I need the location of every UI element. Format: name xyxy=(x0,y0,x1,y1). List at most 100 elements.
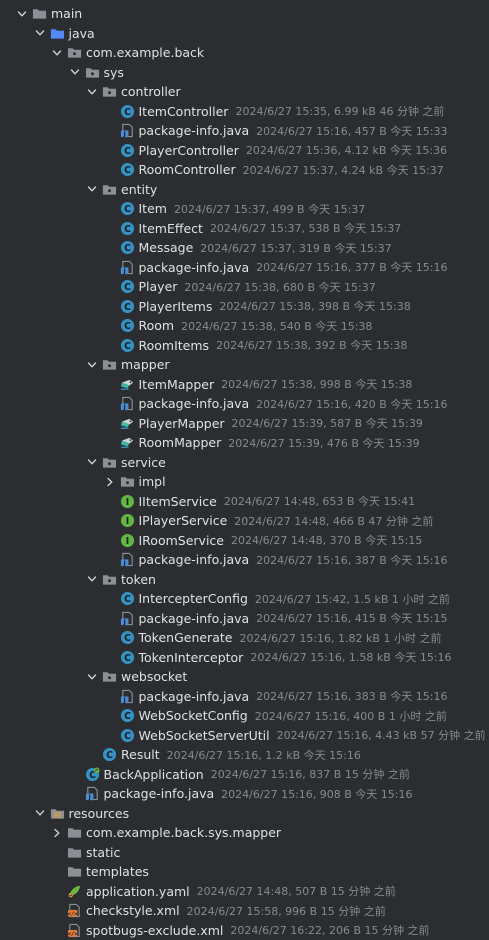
tree-item-name: com.example.back xyxy=(86,45,204,60)
tree-row[interactable]: CPlayerController2024/6/27 15:36, 4.12 k… xyxy=(0,141,489,161)
chevron-right-icon[interactable] xyxy=(51,827,63,839)
tree-row[interactable]: service xyxy=(0,453,489,473)
tree-row[interactable]: CPlayer2024/6/27 15:38, 680 B 今天 15:37 xyxy=(0,277,489,297)
tree-row[interactable]: Jpackage-info.java2024/6/27 15:16, 377 B… xyxy=(0,258,489,278)
tree-row[interactable]: CItem2024/6/27 15:37, 499 B 今天 15:37 xyxy=(0,199,489,219)
tree-row[interactable]: main xyxy=(0,4,489,24)
tree-row[interactable]: CRoomController2024/6/27 15:37, 4.24 kB … xyxy=(0,160,489,180)
chevron-right-icon[interactable] xyxy=(104,476,116,488)
tree-row[interactable]: CIntercepterConfig2024/6/27 15:42, 1.5 k… xyxy=(0,589,489,609)
chevron-down-icon[interactable] xyxy=(86,456,98,468)
mybatis-mapper-icon xyxy=(120,416,135,431)
package-icon xyxy=(102,182,117,197)
tree-row[interactable]: IIItemService2024/6/27 14:48, 653 B 今天 1… xyxy=(0,492,489,512)
tree-row[interactable]: impl xyxy=(0,472,489,492)
java-class-icon: C xyxy=(120,338,135,353)
tree-row[interactable]: application.yaml2024/6/27 14:48, 507 B 1… xyxy=(0,882,489,902)
tree-row[interactable]: Jpackage-info.java2024/6/27 15:16, 908 B… xyxy=(0,784,489,804)
java-class-icon: C xyxy=(120,728,135,743)
chevron-down-icon[interactable] xyxy=(16,8,28,20)
java-class-icon: C xyxy=(120,299,135,314)
tree-row[interactable]: websocket xyxy=(0,667,489,687)
tree-row[interactable]: Jpackage-info.java2024/6/27 15:16, 383 B… xyxy=(0,687,489,707)
tree-row[interactable]: RoomMapper2024/6/27 15:39, 476 B 今天 15:3… xyxy=(0,433,489,453)
tree-row[interactable]: </>spotbugs-exclude.xml2024/6/27 16:22, … xyxy=(0,921,489,940)
tree-row[interactable]: Jpackage-info.java2024/6/27 15:16, 415 B… xyxy=(0,609,489,629)
chevron-down-icon[interactable] xyxy=(86,671,98,683)
chevron-down-icon[interactable] xyxy=(34,807,46,819)
tree-row[interactable]: CWebSocketConfig2024/6/27 15:16, 400 B 1… xyxy=(0,706,489,726)
tree-item-name: Room xyxy=(139,318,175,333)
tree-row[interactable]: token xyxy=(0,570,489,590)
tree-item-name: RoomMapper xyxy=(139,435,222,450)
tree-item-name: ItemController xyxy=(139,104,229,119)
project-tree[interactable]: mainjavacom.example.backsyscontrollerCIt… xyxy=(0,0,489,939)
chevron-down-icon[interactable] xyxy=(86,573,98,585)
tree-row[interactable]: com.example.back.sys.mapper xyxy=(0,823,489,843)
tree-item-meta: 2024/6/27 15:16, 420 B 今天 15:16 xyxy=(256,396,447,412)
tree-item-name: main xyxy=(51,6,82,21)
tree-row[interactable]: CItemEffect2024/6/27 15:37, 538 B 今天 15:… xyxy=(0,219,489,239)
tree-row[interactable]: CPlayerItems2024/6/27 15:38, 398 B 今天 15… xyxy=(0,297,489,317)
tree-row[interactable]: CResult2024/6/27 15:16, 1.2 kB 今天 15:16 xyxy=(0,745,489,765)
tree-row[interactable]: Jpackage-info.java2024/6/27 15:16, 420 B… xyxy=(0,394,489,414)
chevron-down-icon[interactable] xyxy=(86,183,98,195)
tree-row[interactable]: CBackApplication2024/6/27 15:16, 837 B 1… xyxy=(0,765,489,785)
tree-row[interactable]: CTokenGenerate2024/6/27 15:16, 1.82 kB 1… xyxy=(0,628,489,648)
package-icon xyxy=(102,572,117,587)
package-icon xyxy=(102,669,117,684)
tree-row[interactable]: resources xyxy=(0,804,489,824)
tree-row[interactable]: CMessage2024/6/27 15:37, 319 B 今天 15:37 xyxy=(0,238,489,258)
tree-row[interactable]: PlayerMapper2024/6/27 15:39, 587 B 今天 15… xyxy=(0,414,489,434)
chevron-down-icon[interactable] xyxy=(34,27,46,39)
tree-item-meta: 2024/6/27 14:48, 653 B 今天 15:41 xyxy=(224,493,415,509)
tree-row[interactable]: CRoom2024/6/27 15:38, 540 B 今天 15:38 xyxy=(0,316,489,336)
tree-row[interactable]: static xyxy=(0,843,489,863)
tree-item-name: Player xyxy=(139,279,178,294)
tree-item-name: package-info.java xyxy=(139,552,250,567)
chevron-down-icon[interactable] xyxy=(86,86,98,98)
package-icon xyxy=(85,65,100,80)
tree-item-meta: 2024/6/27 15:37, 319 B 今天 15:37 xyxy=(200,240,391,256)
java-class-icon: C xyxy=(120,201,135,216)
tree-row[interactable]: CTokenInterceptor2024/6/27 15:16, 1.58 k… xyxy=(0,648,489,668)
tree-row[interactable]: CRoomItems2024/6/27 15:38, 392 B 今天 15:3… xyxy=(0,336,489,356)
tree-row[interactable]: IIRoomService2024/6/27 14:48, 370 B 今天 1… xyxy=(0,531,489,551)
tree-row[interactable]: IIPlayerService2024/6/27 14:48, 466 B 47… xyxy=(0,511,489,531)
tree-row[interactable]: </>checkstyle.xml2024/6/27 15:58, 996 B … xyxy=(0,901,489,921)
tree-item-name: package-info.java xyxy=(139,396,250,411)
xml-file-icon: </> xyxy=(67,903,82,918)
tree-item-name: impl xyxy=(139,474,166,489)
tree-item-meta: 2024/6/27 15:37, 538 B 今天 15:37 xyxy=(210,220,401,236)
tree-item-name: PlayerMapper xyxy=(139,416,225,431)
svg-text:C: C xyxy=(124,243,131,254)
tree-row[interactable]: mapper xyxy=(0,355,489,375)
tree-row[interactable]: templates xyxy=(0,862,489,882)
tree-item-meta: 2024/6/27 15:16, 387 B 今天 15:16 xyxy=(256,552,447,568)
tree-row[interactable]: entity xyxy=(0,180,489,200)
folder-icon xyxy=(67,845,82,860)
svg-text:C: C xyxy=(124,341,131,352)
tree-item-name: resources xyxy=(69,806,130,821)
tree-row[interactable]: Jpackage-info.java2024/6/27 15:16, 387 B… xyxy=(0,550,489,570)
package-icon xyxy=(102,357,117,372)
tree-item-meta: 2024/6/27 15:16, 383 B 今天 15:16 xyxy=(256,688,447,704)
chevron-down-icon[interactable] xyxy=(51,47,63,59)
tree-row[interactable]: java xyxy=(0,24,489,44)
tree-row[interactable]: sys xyxy=(0,63,489,83)
tree-item-name: RoomItems xyxy=(139,338,210,353)
tree-row[interactable]: ItemMapper2024/6/27 15:38, 998 B 今天 15:3… xyxy=(0,375,489,395)
tree-row[interactable]: com.example.back xyxy=(0,43,489,63)
svg-text:J: J xyxy=(122,268,125,275)
tree-item-name: Result xyxy=(121,747,160,762)
tree-row[interactable]: controller xyxy=(0,82,489,102)
tree-row[interactable]: CItemController2024/6/27 15:35, 6.99 kB … xyxy=(0,102,489,122)
tree-row[interactable]: CWebSocketServerUtil2024/6/27 15:16, 4.4… xyxy=(0,726,489,746)
tree-row[interactable]: Jpackage-info.java2024/6/27 15:16, 457 B… xyxy=(0,121,489,141)
java-class-icon: C xyxy=(120,708,135,723)
tree-item-meta: 2024/6/27 14:48, 466 B 47 分钟 之前 xyxy=(234,513,433,529)
mybatis-mapper-icon xyxy=(120,435,135,450)
tree-item-name: Item xyxy=(139,201,167,216)
chevron-down-icon[interactable] xyxy=(86,359,98,371)
chevron-down-icon[interactable] xyxy=(69,66,81,78)
